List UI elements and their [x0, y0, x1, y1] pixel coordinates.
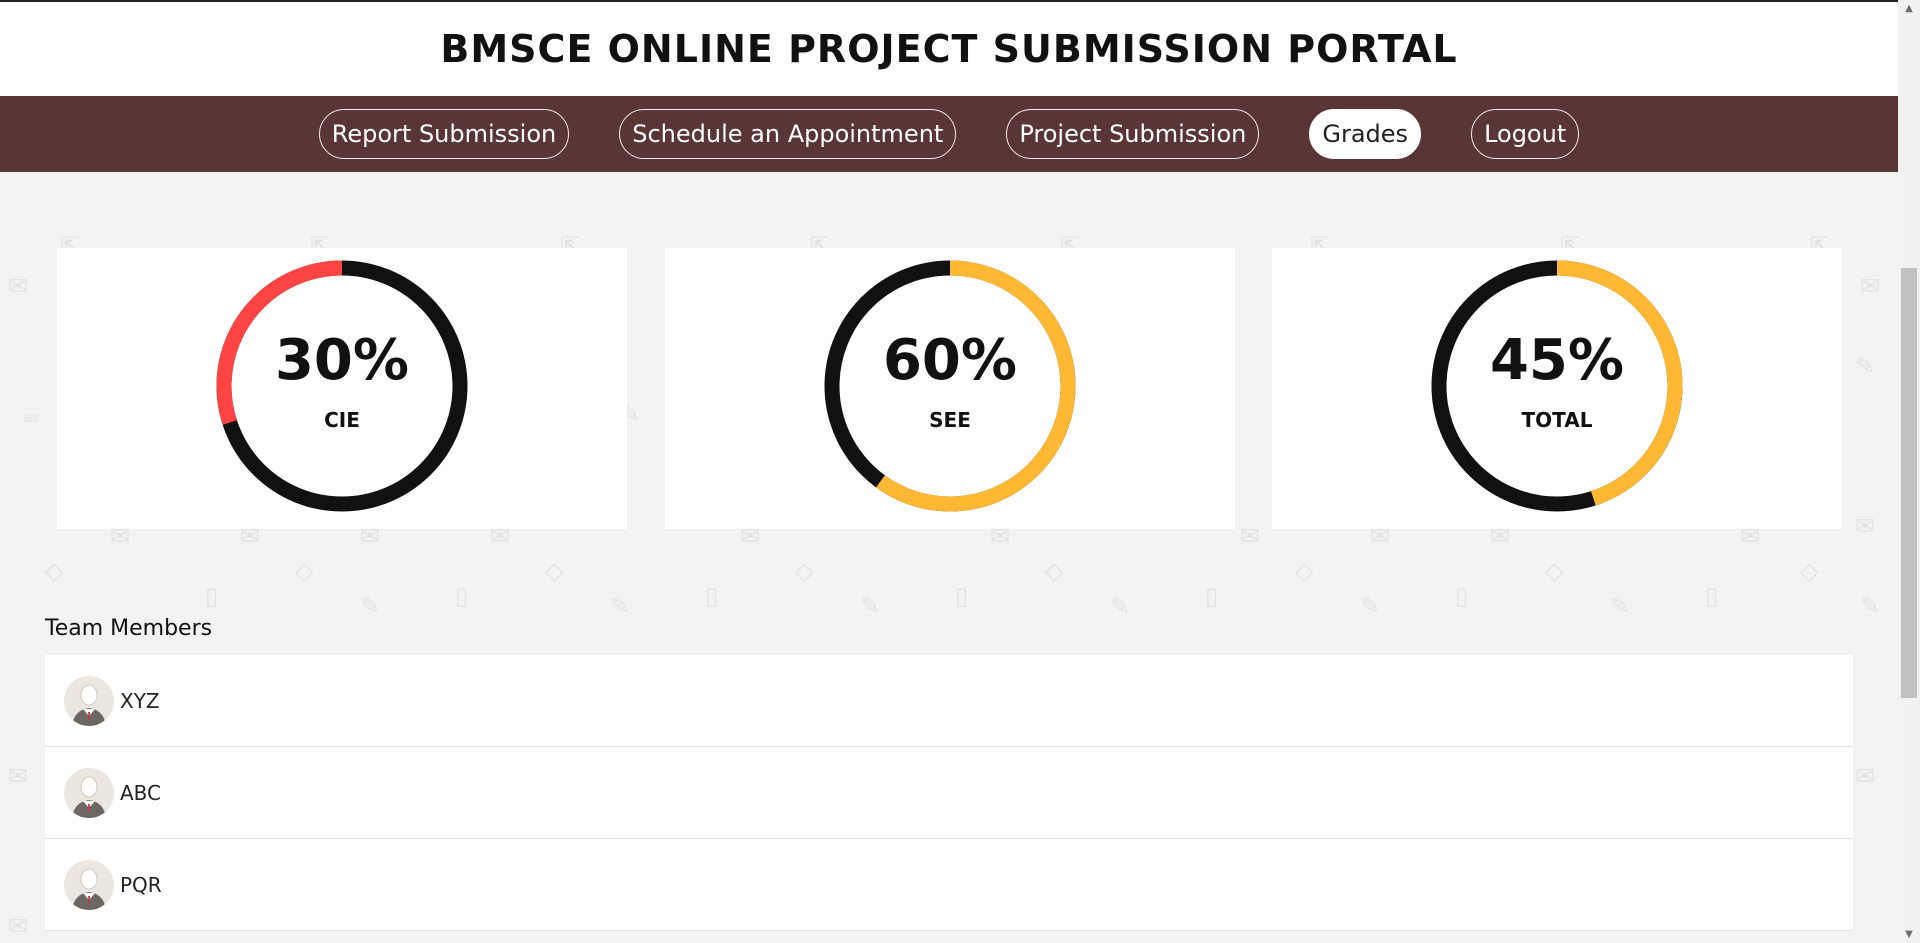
vertical-scrollbar[interactable]: ▲ ▼	[1898, 0, 1920, 943]
grade-label-total: TOTAL	[1521, 408, 1593, 432]
scrollbar-thumb[interactable]	[1901, 268, 1917, 698]
grade-card-total: 45% TOTAL	[1272, 248, 1842, 529]
grade-label-see: SEE	[929, 408, 971, 432]
main-nav: Report Submission Schedule an Appointmen…	[0, 96, 1898, 172]
grade-card-cie: 30% CIE	[57, 248, 627, 529]
team-members-title: Team Members	[45, 616, 213, 641]
scroll-up-arrow-icon[interactable]: ▲	[1898, 0, 1920, 17]
list-item[interactable]: PQR	[45, 839, 1853, 931]
nav-project-submission-button[interactable]: Project Submission	[1006, 109, 1260, 159]
list-item[interactable]: XYZ	[45, 655, 1853, 747]
member-name: XYZ	[120, 688, 160, 713]
grade-label-cie: CIE	[324, 408, 360, 432]
grade-value-total: 45%	[1489, 328, 1625, 393]
avatar-icon	[64, 859, 114, 910]
team-members-list: XYZ ABC PQR	[45, 655, 1853, 931]
member-name: PQR	[120, 872, 162, 897]
avatar-icon	[64, 767, 114, 818]
nav-schedule-appointment-button[interactable]: Schedule an Appointment	[619, 109, 957, 159]
grade-card-see: 60% SEE	[665, 248, 1235, 529]
avatar-icon	[64, 675, 114, 726]
list-item[interactable]: ABC	[45, 747, 1853, 839]
header: BMSCE ONLINE PROJECT SUBMISSION PORTAL	[0, 2, 1898, 96]
grade-value-cie: 30%	[274, 328, 410, 393]
grade-value-see: 60%	[882, 328, 1018, 393]
page-title: BMSCE ONLINE PROJECT SUBMISSION PORTAL	[440, 27, 1458, 71]
member-name: ABC	[120, 780, 162, 805]
nav-report-submission-button[interactable]: Report Submission	[318, 109, 570, 159]
nav-logout-button[interactable]: Logout	[1471, 109, 1580, 159]
nav-grades-button[interactable]: Grades	[1309, 109, 1422, 159]
scroll-down-arrow-icon[interactable]: ▼	[1898, 926, 1920, 943]
